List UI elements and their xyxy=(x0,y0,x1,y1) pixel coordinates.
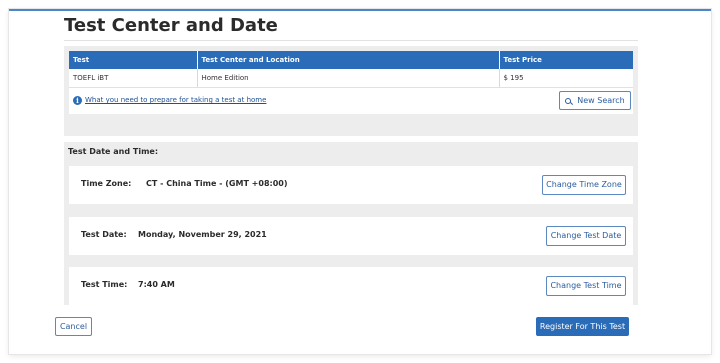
column-header-center: Test Center and Location xyxy=(197,51,500,69)
cell-price: $ 195 xyxy=(499,69,633,88)
search-icon xyxy=(565,98,572,104)
test-time-value: 7:40 AM xyxy=(138,280,175,289)
time-zone-row: Time Zone: CT - China Time - (GMT +08:00… xyxy=(69,166,633,204)
time-zone-value: CT - China Time - (GMT +08:00) xyxy=(146,179,288,188)
change-test-date-button[interactable]: Change Test Date xyxy=(546,226,626,246)
column-header-test: Test xyxy=(69,51,198,69)
test-center-table: Test Test Center and Location Test Price… xyxy=(69,51,633,88)
test-date-value: Monday, November 29, 2021 xyxy=(138,230,267,239)
cell-test: TOEFL iBT xyxy=(69,69,198,88)
new-search-button[interactable]: New Search xyxy=(559,91,631,110)
test-time-label: Test Time: xyxy=(81,280,128,289)
test-date-label: Test Date: xyxy=(81,230,127,239)
date-time-heading: Test Date and Time: xyxy=(68,147,159,156)
page-title: Test Center and Date xyxy=(64,15,278,36)
cell-center: Home Edition xyxy=(197,69,500,88)
table-header-row: Test Test Center and Location Test Price xyxy=(69,51,633,69)
test-time-row: Test Time: 7:40 AM Change Test Time xyxy=(69,267,633,305)
info-icon: i xyxy=(73,96,82,105)
cancel-button[interactable]: Cancel xyxy=(55,317,92,336)
test-center-panel: Test Test Center and Location Test Price… xyxy=(64,46,638,136)
title-divider xyxy=(64,40,638,41)
test-date-row: Test Date: Monday, November 29, 2021 Cha… xyxy=(69,217,633,255)
table-row: TOEFL iBT Home Edition $ 195 xyxy=(69,69,633,88)
change-time-zone-button[interactable]: Change Time Zone xyxy=(542,175,626,195)
register-button[interactable]: Register For This Test xyxy=(536,317,629,336)
change-test-time-button[interactable]: Change Test Time xyxy=(546,276,626,296)
new-search-label: New Search xyxy=(577,96,625,105)
time-zone-label: Time Zone: xyxy=(81,179,132,188)
info-row: i What you need to prepare for taking a … xyxy=(69,88,633,114)
prepare-link[interactable]: What you need to prepare for taking a te… xyxy=(85,96,266,104)
date-time-panel: Test Date and Time: Time Zone: CT - Chin… xyxy=(64,142,638,305)
main-frame: Test Center and Date Test Test Center an… xyxy=(9,9,711,354)
column-header-price: Test Price xyxy=(499,51,633,69)
